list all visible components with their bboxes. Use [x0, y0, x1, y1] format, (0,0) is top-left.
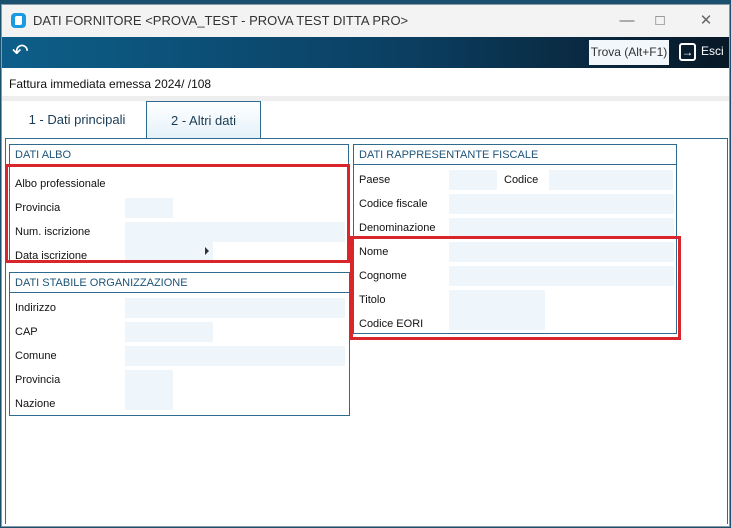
window-title: DATI FORNITORE <PROVA_TEST - PROVA TEST … [33, 13, 409, 28]
label: Nazione [15, 398, 56, 410]
label: Denominazione [359, 222, 436, 234]
paese-input[interactable] [449, 170, 497, 190]
panel-title: DATI RAPPRESENTANTE FISCALE [354, 145, 676, 165]
codice-input[interactable] [549, 170, 673, 190]
dati-stabile-panel: DATI STABILE ORGANIZZAZIONE Indirizzo CA… [9, 272, 350, 416]
provincia-input[interactable] [125, 370, 173, 390]
highlight-box [350, 236, 681, 340]
title-bar: DATI FORNITORE <PROVA_TEST - PROVA TEST … [2, 5, 729, 37]
tab-dati-principali[interactable]: 1 - Dati principali [8, 101, 146, 139]
panel-title: DATI ALBO [10, 145, 348, 165]
tab-altri-dati[interactable]: 2 - Altri dati [146, 101, 261, 139]
indirizzo-input[interactable] [125, 298, 345, 318]
label: Comune [15, 350, 57, 362]
minimize-button[interactable]: — [612, 9, 642, 33]
close-button[interactable]: ✕ [691, 9, 721, 33]
document-info: Fattura immediata emessa 2024/ /108 [9, 77, 212, 91]
toolbar: ↶ Trova (Alt+F1) → Esci [2, 37, 729, 68]
label: Provincia [15, 374, 61, 386]
comune-input[interactable] [125, 346, 345, 366]
codice-fiscale-input[interactable] [449, 194, 674, 214]
panel-title: DATI STABILE ORGANIZZAZIONE [10, 273, 349, 293]
dati-fornitore-window: DATI FORNITORE <PROVA_TEST - PROVA TEST … [1, 4, 730, 527]
label: Paese [359, 174, 391, 186]
cap-input[interactable] [125, 322, 213, 342]
nazione-input[interactable] [125, 390, 173, 410]
label: CAP [15, 326, 38, 338]
maximize-button[interactable]: □ [645, 9, 675, 33]
denominazione-input[interactable] [449, 218, 674, 238]
label: Codice [504, 174, 539, 186]
highlight-box [5, 164, 350, 263]
exit-icon[interactable]: → [679, 43, 696, 61]
back-icon[interactable]: ↶ [12, 41, 29, 63]
tab-content: DATI ALBO Albo professionale Provincia N… [5, 138, 728, 524]
label: Codice fiscale [359, 198, 428, 210]
label: Indirizzo [15, 302, 56, 314]
app-icon [11, 13, 26, 28]
esci-button[interactable]: Esci [701, 44, 724, 58]
trova-button[interactable]: Trova (Alt+F1) [589, 40, 669, 65]
